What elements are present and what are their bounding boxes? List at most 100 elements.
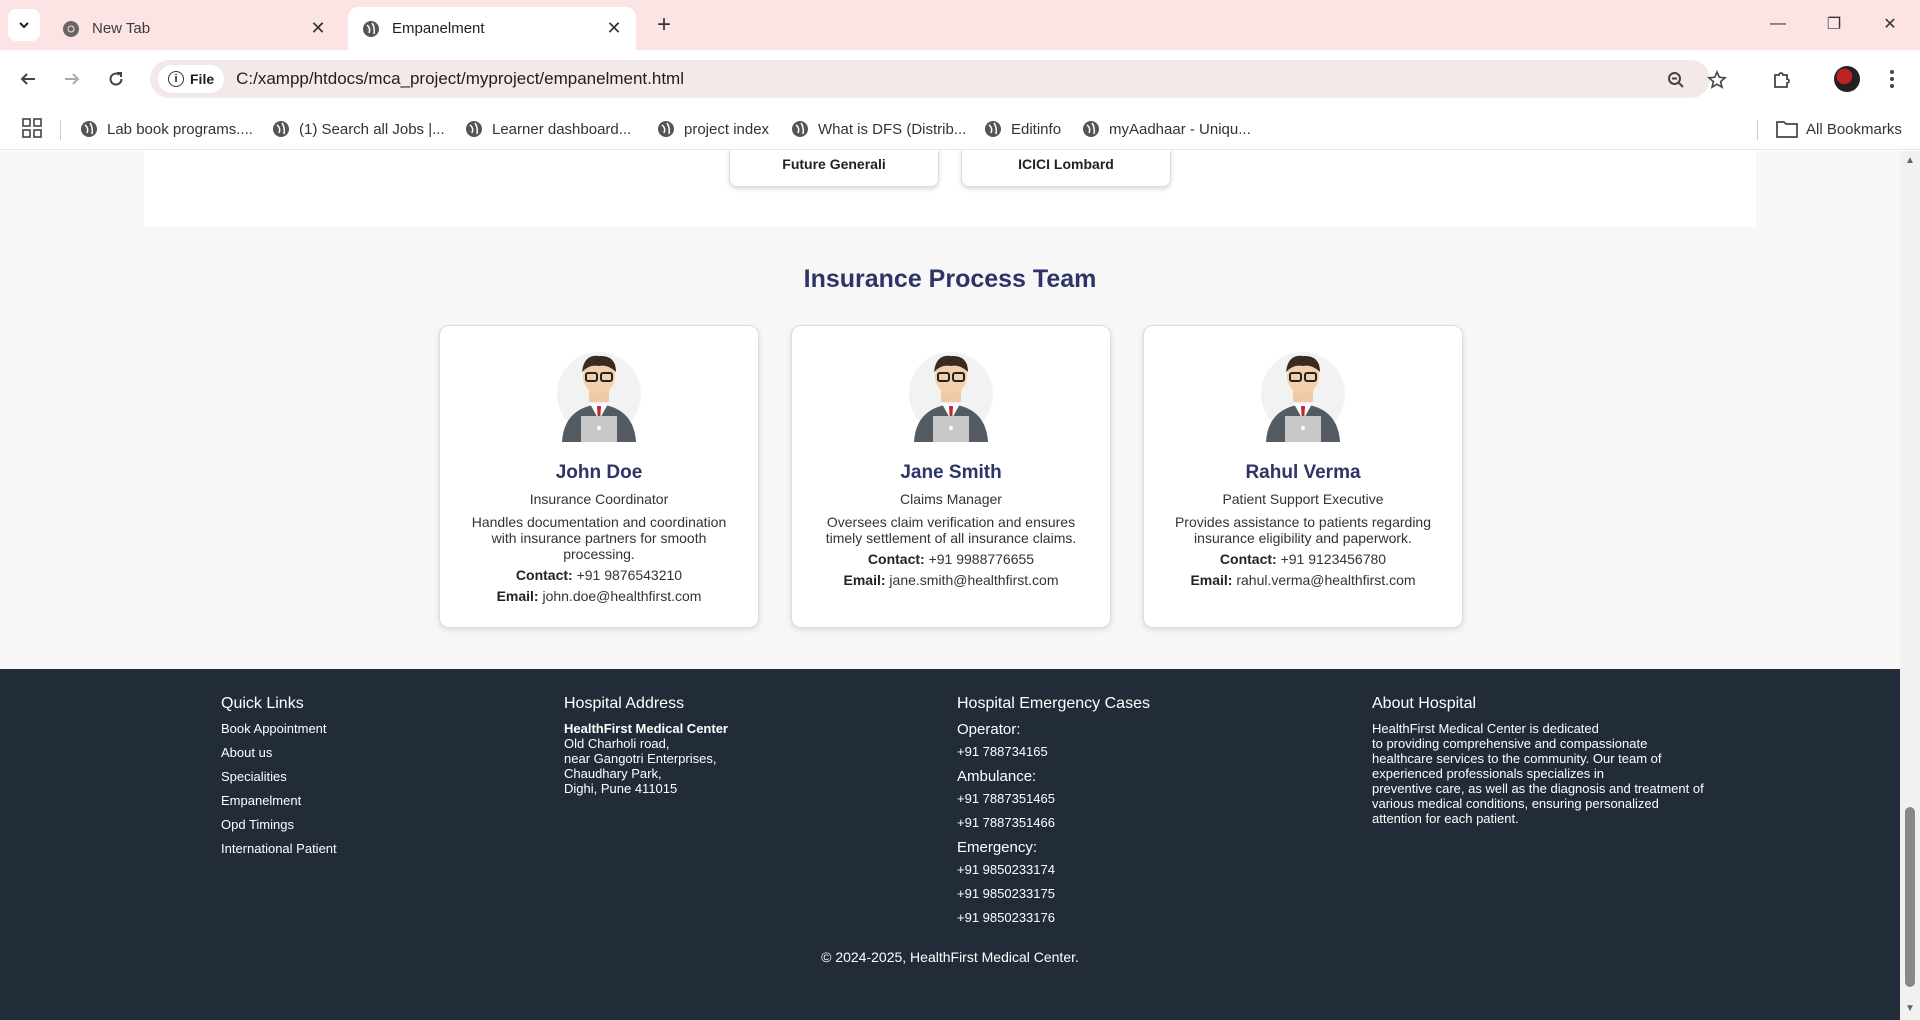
- browser-toolbar: i File C:/xampp/htdocs/mca_project/mypro…: [0, 50, 1920, 108]
- businessman-avatar-icon: [557, 352, 641, 442]
- close-window-button[interactable]: ✕: [1862, 0, 1918, 48]
- ambulance-label: Ambulance:: [957, 768, 1037, 785]
- minimize-button[interactable]: —: [1750, 0, 1806, 48]
- member-description: Handles documentation and coordination w…: [471, 514, 727, 562]
- footer-link-opd-timings[interactable]: Opd Timings: [221, 817, 337, 832]
- all-bookmarks-button[interactable]: All Bookmarks: [1776, 108, 1902, 150]
- browser-menu-button[interactable]: [1876, 63, 1908, 95]
- footer-quick-links: Quick Links Book Appointment About us Sp…: [221, 695, 337, 865]
- new-tab-button[interactable]: +: [650, 11, 678, 39]
- address-block: HealthFirst Medical Center Old Charholi …: [564, 721, 728, 796]
- zoom-icon[interactable]: [1665, 69, 1687, 91]
- insurer-card: ICICI Lombard: [961, 151, 1171, 187]
- profile-button[interactable]: [1831, 63, 1863, 95]
- apps-grid-icon[interactable]: [22, 118, 42, 138]
- bookmark-item[interactable]: (1) Search all Jobs |...: [272, 108, 445, 150]
- member-email: Email: jane.smith@healthfirst.com: [792, 572, 1110, 588]
- bookmark-item[interactable]: What is DFS (Distrib...: [791, 108, 966, 150]
- address-bar[interactable]: i File C:/xampp/htdocs/mca_project/mypro…: [150, 60, 1727, 98]
- bookmarks-bar: Lab book programs.... (1) Search all Job…: [0, 108, 1920, 150]
- bookmark-label: project index: [684, 120, 770, 138]
- bookmark-item[interactable]: Learner dashboard...: [465, 108, 631, 150]
- member-name: Jane Smith: [900, 462, 1002, 483]
- member-email: Email: john.doe@healthfirst.com: [440, 588, 758, 604]
- back-button[interactable]: [12, 63, 44, 95]
- insurer-section: Future Generali ICICI Lombard: [0, 151, 1900, 227]
- footer-heading: Hospital Emergency Cases: [957, 695, 1150, 712]
- page-viewport: Future Generali ICICI Lombard Insurance …: [0, 151, 1900, 1020]
- emergency-label: Emergency:: [957, 839, 1038, 856]
- back-arrow-icon: [20, 73, 35, 85]
- site-info-chip[interactable]: i File: [158, 65, 225, 93]
- member-email: Email: rahul.verma@healthfirst.com: [1144, 572, 1462, 588]
- restore-button[interactable]: ❐: [1806, 0, 1862, 48]
- avatar: [556, 346, 642, 444]
- scroll-down-icon[interactable]: ▼: [1905, 1003, 1915, 1014]
- bookmark-item[interactable]: myAadhaar - Uniqu...: [1082, 108, 1251, 150]
- tab-strip: New Tab ✕ Empanelment ✕ + — ❐ ✕: [0, 0, 1920, 50]
- contact-value: +91 9988776655: [928, 551, 1035, 567]
- businessman-avatar-icon: [909, 352, 993, 442]
- phone-number: +91 9850233175: [957, 886, 1055, 901]
- footer-link-specialities[interactable]: Specialities: [221, 769, 337, 784]
- tab-search-button[interactable]: [8, 9, 40, 41]
- contact-label: Contact:: [1219, 551, 1277, 567]
- globe-icon: [1083, 121, 1099, 137]
- url-text[interactable]: C:/xampp/htdocs/mca_project/myproject/em…: [236, 69, 684, 89]
- about-line: attention for each patient.: [1372, 811, 1519, 826]
- insurer-name: Future Generali: [782, 156, 886, 172]
- bookmark-label: (1) Search all Jobs |...: [299, 120, 445, 138]
- page-scrollbar[interactable]: ▲ ▼: [1900, 151, 1920, 1020]
- tab-empanelment[interactable]: Empanelment ✕: [348, 7, 636, 50]
- all-bookmarks-label: All Bookmarks: [1806, 120, 1902, 138]
- close-icon[interactable]: ✕: [602, 17, 626, 41]
- kebab-menu-icon: [1890, 70, 1894, 88]
- about-line: HealthFirst Medical Center is dedicated: [1372, 721, 1599, 736]
- star-icon[interactable]: [1706, 69, 1728, 91]
- member-name: Rahul Verma: [1245, 462, 1361, 483]
- email-value: john.doe@healthfirst.com: [542, 588, 702, 604]
- contact-label: Contact:: [867, 551, 925, 567]
- about-line: various medical conditions, ensuring per…: [1372, 796, 1659, 811]
- bookmark-item[interactable]: Lab book programs....: [80, 108, 253, 150]
- globe-icon: [273, 121, 289, 137]
- scroll-thumb[interactable]: [1905, 807, 1915, 987]
- footer-link-about-us[interactable]: About us: [221, 745, 337, 760]
- bookmark-label: myAadhaar - Uniqu...: [1109, 120, 1251, 138]
- contact-label: Contact:: [515, 567, 573, 583]
- member-role: Patient Support Executive: [1222, 491, 1384, 507]
- phone-number: +91 788734165: [957, 744, 1048, 759]
- footer-address: Hospital Address HealthFirst Medical Cen…: [564, 695, 728, 796]
- bookmark-label: Editinfo: [1011, 120, 1062, 138]
- bookmark-item[interactable]: project index: [657, 108, 769, 150]
- bookmark-item[interactable]: Editinfo: [984, 108, 1061, 150]
- about-line: healthcare services to the community. Ou…: [1372, 751, 1662, 766]
- email-label: Email:: [496, 588, 539, 604]
- footer-link-empanelment[interactable]: Empanelment: [221, 793, 337, 808]
- tab-title: New Tab: [92, 20, 151, 37]
- globe-icon: [658, 121, 674, 137]
- tab-new-tab[interactable]: New Tab ✕: [48, 7, 340, 50]
- address-line: near Gangotri Enterprises,: [564, 751, 717, 766]
- avatar: [1834, 66, 1860, 92]
- about-text: HealthFirst Medical Center is dedicated …: [1372, 721, 1732, 826]
- extensions-button[interactable]: [1766, 63, 1798, 95]
- team-member-card: Jane Smith Claims Manager Oversees claim…: [791, 325, 1111, 628]
- email-value: jane.smith@healthfirst.com: [889, 572, 1059, 588]
- forward-button[interactable]: [56, 63, 88, 95]
- globe-icon: [362, 20, 380, 38]
- insurer-card: Future Generali: [729, 151, 939, 187]
- chrome-icon: [62, 20, 80, 38]
- scroll-up-icon[interactable]: ▲: [1905, 155, 1915, 166]
- footer-link-book-appointment[interactable]: Book Appointment: [221, 721, 337, 736]
- chevron-down-icon: [19, 22, 29, 29]
- bookmark-label: Learner dashboard...: [492, 120, 632, 138]
- footer-link-international-patient[interactable]: International Patient: [221, 841, 337, 856]
- forward-arrow-icon: [65, 73, 80, 85]
- site-footer: Quick Links Book Appointment About us Sp…: [0, 669, 1900, 1020]
- avatar: [908, 346, 994, 444]
- member-contact: Contact: +91 9123456780: [1144, 551, 1462, 567]
- reload-button[interactable]: [100, 63, 132, 95]
- close-icon[interactable]: ✕: [306, 17, 330, 41]
- about-line: preventive care, as well as the diagnosi…: [1372, 781, 1704, 796]
